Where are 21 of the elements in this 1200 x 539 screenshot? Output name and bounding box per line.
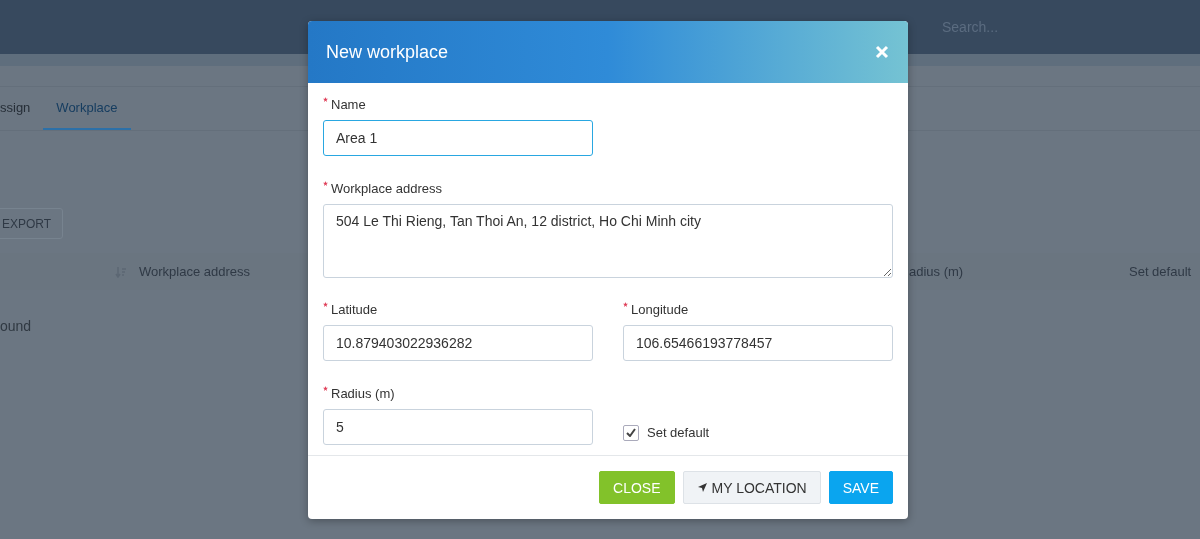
dialog-title: New workplace bbox=[326, 41, 449, 63]
checkbox-label: Set default bbox=[647, 425, 710, 441]
column-header: adius (m) bbox=[909, 264, 964, 279]
check-icon bbox=[626, 428, 636, 438]
text-field[interactable]: Area 1 bbox=[323, 120, 593, 156]
checkbox[interactable] bbox=[623, 424, 639, 441]
navigation-arrow-icon bbox=[696, 482, 708, 493]
close-icon[interactable] bbox=[874, 44, 890, 60]
field-label: Latitude bbox=[331, 302, 378, 317]
column-header: Set default bbox=[1129, 264, 1192, 279]
field-label: Longitude bbox=[631, 302, 689, 317]
address-field[interactable]: 504 Le Thi Rieng, Tan Thoi An, 12 district, Ho Chi Minh city bbox=[323, 203, 893, 278]
field-label: Name bbox=[331, 97, 366, 112]
location-button[interactable]: MY LOCATION bbox=[682, 471, 821, 504]
text-field[interactable]: 5 bbox=[323, 408, 593, 445]
field-label: Radius (m) bbox=[331, 385, 395, 401]
field-label: Workplace address bbox=[331, 180, 443, 196]
text-field[interactable]: 106.65466193778457 bbox=[623, 325, 893, 361]
empty-message: ound bbox=[0, 318, 33, 334]
text-field[interactable]: 10.879403022936282 bbox=[323, 325, 593, 361]
column-header: Workplace address bbox=[139, 264, 251, 279]
